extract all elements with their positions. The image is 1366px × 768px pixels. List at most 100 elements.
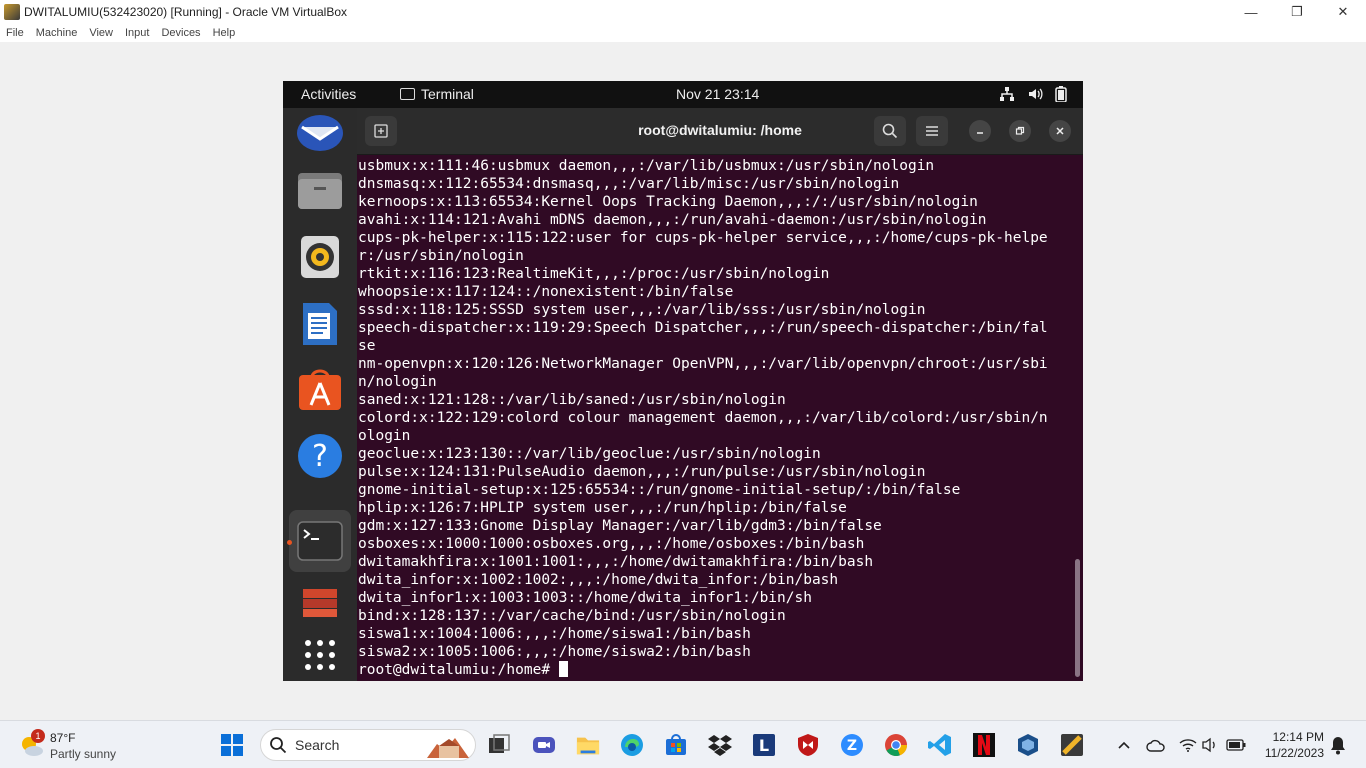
menu-machine[interactable]: Machine — [30, 27, 84, 39]
taskbar-zoom[interactable]: Z — [840, 733, 864, 757]
terminal-line: dwita_infor1:x:1003:1003::/home/dwita_in… — [358, 590, 812, 606]
svg-text:L: L — [759, 736, 769, 755]
menu-button[interactable] — [916, 116, 948, 146]
terminal-line: usbmux:x:111:46:usbmux daemon,,,:/var/li… — [358, 158, 935, 174]
terminal-maximize-button[interactable] — [1009, 120, 1031, 142]
dock-thunderbird[interactable] — [295, 108, 345, 158]
menu-view[interactable]: View — [83, 27, 119, 39]
grid-icon — [305, 640, 335, 670]
dock-files[interactable] — [295, 165, 345, 215]
terminal-output[interactable]: usbmux:x:111:46:usbmux daemon,,,:/var/li… — [358, 157, 1076, 661]
battery-icon — [1226, 739, 1246, 751]
terminal-line: avahi:x:114:121:Avahi mDNS daemon,,,:/ru… — [358, 212, 987, 228]
task-view-icon — [489, 734, 510, 753]
start-button[interactable] — [220, 733, 244, 757]
dock-trash[interactable] — [295, 578, 345, 628]
taskbar-clock[interactable]: 12:14 PM 11/22/2023 — [1265, 729, 1324, 761]
terminal-line: siswa1:x:1004:1006:,,,:/home/siswa1:/bin… — [358, 626, 751, 642]
weather-temperature: 87°F — [50, 731, 76, 745]
menu-input[interactable]: Input — [119, 27, 155, 39]
virtualbox-icon — [1018, 734, 1038, 756]
maximize-button[interactable]: ❐ — [1274, 0, 1320, 24]
minimize-icon — [977, 132, 983, 134]
virtualbox-icon — [4, 4, 20, 20]
tray-notifications[interactable] — [1326, 733, 1350, 757]
terminal-line: geoclue:x:123:130::/var/lib/geoclue:/usr… — [358, 446, 821, 462]
bell-icon — [1331, 737, 1345, 755]
folder-icon — [298, 173, 342, 209]
activities-button[interactable]: Activities — [301, 86, 356, 102]
folder-icon — [576, 737, 600, 755]
dock-software[interactable] — [295, 365, 345, 415]
taskbar-virtualbox[interactable] — [1016, 733, 1040, 757]
terminal-line: se — [358, 338, 376, 354]
terminal-prompt-line[interactable]: root@dwitalumiu:/home# — [358, 661, 568, 678]
tray-volume[interactable] — [1198, 733, 1222, 757]
gnome-system-tray[interactable] — [999, 86, 1067, 102]
terminal-line: osboxes:x:1000:1000:osboxes.org,,,:/home… — [358, 536, 865, 552]
tray-wifi[interactable] — [1176, 733, 1200, 757]
dropbox-icon — [708, 735, 732, 756]
terminal-line: n/nologin — [358, 374, 437, 390]
close-icon — [1056, 127, 1064, 135]
vbox-menubar: File Machine View Input Devices Help — [0, 24, 1366, 42]
taskbar-vscode[interactable] — [928, 733, 952, 757]
taskbar-search[interactable]: Search — [260, 729, 476, 761]
taskbar-virtualbox-vm[interactable] — [1060, 733, 1084, 757]
mail-icon — [297, 115, 343, 151]
taskbar-dropbox[interactable] — [708, 733, 732, 757]
terminal-line: dwitamakhfira:x:1001:1001:,,,:/home/dwit… — [358, 554, 874, 570]
running-indicator — [287, 540, 292, 545]
terminal-line: gdm:x:127:133:Gnome Display Manager:/var… — [358, 518, 882, 534]
terminal-window[interactable]: root@dwitalumiu: /home usbmux:x:111:46:u… — [357, 108, 1083, 681]
guest-screen[interactable]: Activities Terminal Nov 21 23:14 ? root@… — [283, 81, 1083, 681]
search-button[interactable] — [874, 116, 906, 146]
dock-writer[interactable] — [295, 299, 345, 349]
terminal-line: hplip:x:126:7:HPLIP system user,,,:/run/… — [358, 500, 847, 516]
menu-file[interactable]: File — [0, 27, 30, 39]
ubuntu-dock: ? — [283, 108, 357, 681]
taskbar-chrome[interactable] — [884, 733, 908, 757]
taskbar-meet[interactable] — [532, 733, 556, 757]
close-button[interactable]: ✕ — [1320, 0, 1366, 24]
app-menu[interactable]: Terminal — [400, 86, 474, 102]
dock-terminal[interactable] — [289, 510, 351, 572]
dock-show-apps[interactable] — [295, 630, 345, 680]
terminal-headerbar: root@dwitalumiu: /home — [357, 108, 1083, 155]
vm-window-icon — [1061, 734, 1083, 756]
dock-rhythmbox[interactable] — [295, 232, 345, 282]
gnome-clock[interactable]: Nov 21 23:14 — [676, 86, 759, 102]
vbox-titlebar: DWITALUMIU(532423020) [Running] - Oracle… — [0, 0, 1366, 24]
text-cursor — [558, 661, 568, 677]
taskbar-mcafee[interactable] — [796, 733, 820, 757]
menu-help[interactable]: Help — [207, 27, 242, 39]
taskbar-file-explorer[interactable] — [576, 733, 600, 757]
terminal-minimize-button[interactable] — [969, 120, 991, 142]
minimize-button[interactable]: — — [1228, 0, 1274, 24]
taskbar-netflix[interactable] — [972, 733, 996, 757]
taskbar-edge[interactable] — [620, 733, 644, 757]
search-icon — [882, 123, 898, 139]
taskbar-l-app[interactable]: L — [752, 733, 776, 757]
windows-taskbar: 1 87°F Partly sunny Search L Z 12:14 PM … — [0, 720, 1366, 768]
taskbar-store[interactable] — [664, 733, 688, 757]
search-icon — [270, 737, 287, 754]
terminal-line: rtkit:x:116:123:RealtimeKit,,,:/proc:/us… — [358, 266, 830, 282]
terminal-scrollbar[interactable] — [1075, 559, 1080, 677]
chrome-icon — [885, 734, 908, 757]
menu-devices[interactable]: Devices — [155, 27, 206, 39]
terminal-close-button[interactable] — [1049, 120, 1071, 142]
weather-widget[interactable]: 1 87°F Partly sunny — [18, 729, 138, 763]
tray-overflow-button[interactable] — [1112, 733, 1136, 757]
tray-battery[interactable] — [1224, 733, 1248, 757]
tray-onedrive[interactable] — [1144, 733, 1168, 757]
terminal-line: r:/usr/sbin/nologin — [358, 248, 524, 264]
dock-help[interactable]: ? — [295, 431, 345, 481]
prompt-text: root@dwitalumiu:/home# — [358, 662, 559, 678]
netflix-icon — [973, 733, 995, 757]
terminal-line: nm-openvpn:x:120:126:NetworkManager Open… — [358, 356, 1048, 372]
taskbar-task-view[interactable] — [487, 733, 511, 757]
code-editor-icon — [928, 734, 951, 756]
gnome-top-bar: Activities Terminal Nov 21 23:14 — [283, 81, 1083, 108]
terminal-line: dnsmasq:x:112:65534:dnsmasq,,,:/var/lib/… — [358, 176, 900, 192]
